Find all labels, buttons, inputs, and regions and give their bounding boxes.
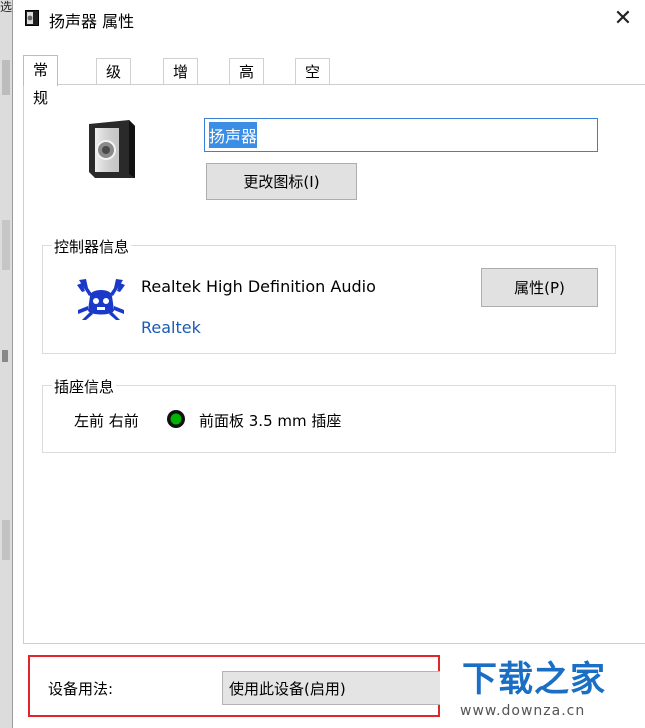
device-name-value: 扬声器 bbox=[209, 122, 258, 148]
speaker-device-icon bbox=[89, 120, 135, 178]
tab-advanced[interactable]: 高级 bbox=[229, 58, 265, 107]
background-window-mark bbox=[2, 520, 10, 560]
title-bar[interactable]: 扬声器 属性 ✕ bbox=[13, 0, 645, 36]
watermark: 下载之家 www.downza.cn bbox=[440, 645, 645, 728]
jack-info-title: 插座信息 bbox=[52, 376, 117, 397]
device-usage-dropdown[interactable]: 使用此设备(启用) bbox=[222, 671, 442, 705]
background-window-label: 选 bbox=[0, 0, 13, 14]
jack-description: 前面板 3.5 mm 插座 bbox=[199, 412, 342, 430]
controller-info-title: 控制器信息 bbox=[52, 236, 132, 257]
tab-general[interactable]: 常规 bbox=[23, 55, 59, 107]
close-icon: ✕ bbox=[613, 5, 633, 31]
tab-spatial-sound[interactable]: 空间音效 bbox=[295, 58, 331, 159]
tab-enhancements[interactable]: 增强 bbox=[163, 58, 199, 107]
watermark-url: www.downza.cn bbox=[460, 703, 586, 719]
watermark-title: 下载之家 bbox=[462, 660, 607, 700]
window-title: 扬声器 属性 bbox=[49, 12, 135, 31]
controller-vendor-link[interactable]: Realtek bbox=[141, 318, 201, 337]
device-usage-label: 设备用法: bbox=[48, 680, 114, 698]
device-usage-selected: 使用此设备(启用) bbox=[229, 679, 346, 698]
background-window-mark bbox=[2, 60, 10, 95]
realtek-crab-icon bbox=[77, 279, 125, 320]
change-icon-button[interactable]: 更改图标(I) bbox=[206, 163, 357, 200]
background-window-mark bbox=[2, 220, 10, 270]
jack-position: 左前 右前 bbox=[74, 412, 139, 430]
controller-properties-button[interactable]: 属性(P) bbox=[481, 268, 598, 307]
close-button[interactable]: ✕ bbox=[600, 0, 645, 36]
speaker-properties-window: 扬声器 属性 ✕ 常规 级别 增强 高级 空间音效 bbox=[12, 0, 645, 728]
tab-levels[interactable]: 级别 bbox=[96, 58, 132, 107]
background-window-mark bbox=[2, 350, 8, 362]
speaker-icon bbox=[25, 10, 39, 26]
controller-name: Realtek High Definition Audio bbox=[141, 277, 376, 296]
device-name-input[interactable]: 扬声器 bbox=[204, 118, 598, 152]
jack-color-icon bbox=[167, 410, 185, 428]
background-window-strip: 选 bbox=[0, 0, 12, 728]
